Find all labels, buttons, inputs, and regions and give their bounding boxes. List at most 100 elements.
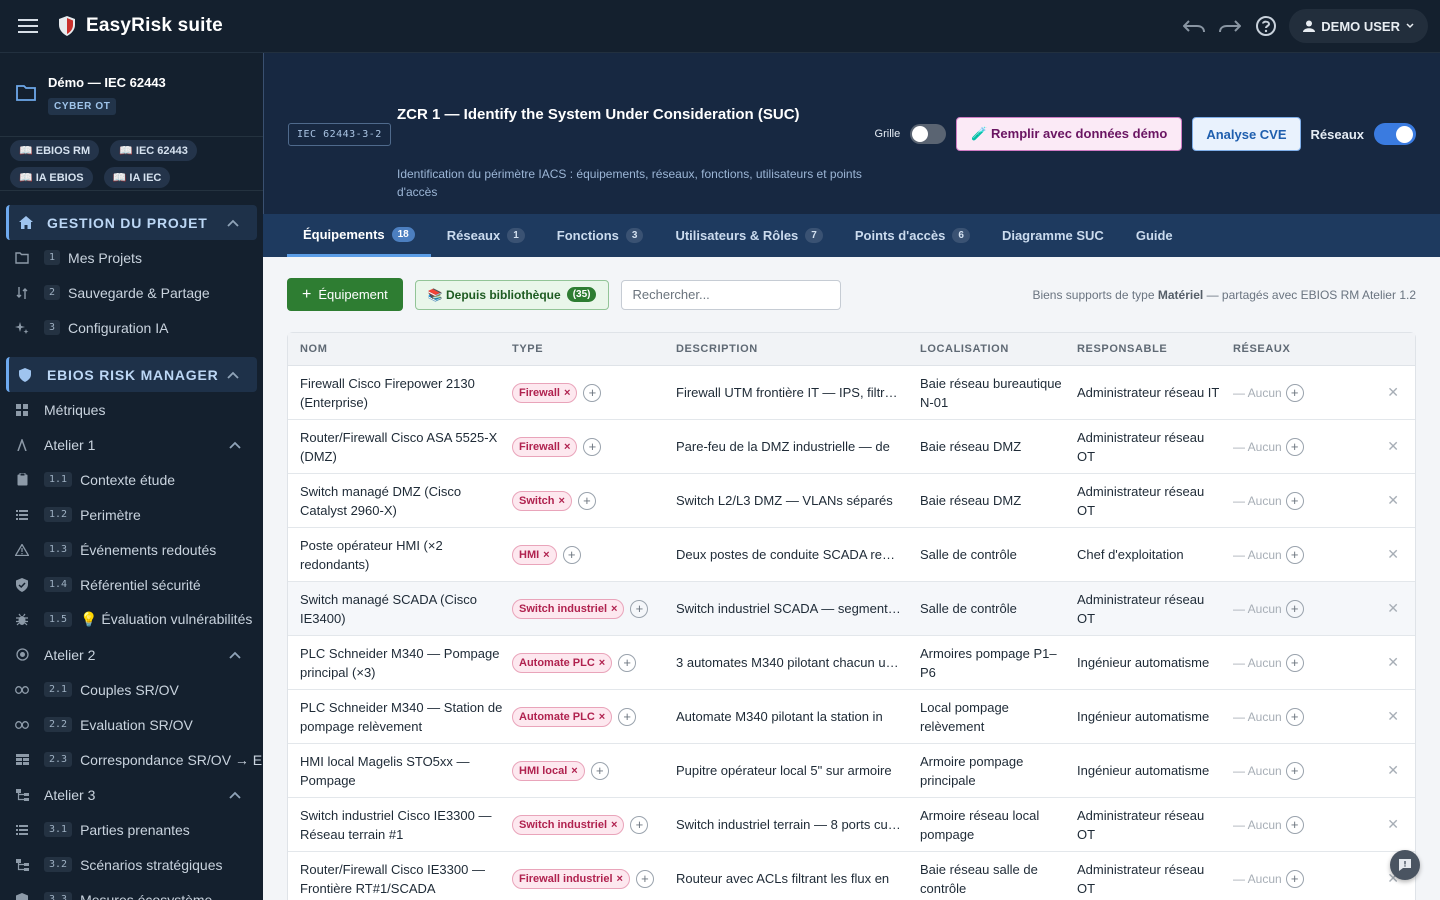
add-type-icon[interactable]: + (618, 653, 637, 672)
column-header-type[interactable]: TYPE (512, 343, 676, 355)
cell-nom[interactable]: Switch managé DMZ (Cisco Catalyst 2960-X… (288, 482, 512, 520)
ref-chip-ia-iec[interactable]: 📖 IA IEC (103, 166, 171, 188)
tab-points-acces[interactable]: Points d'accès 6 (839, 214, 986, 257)
sidebar-item-config-ia[interactable]: 3 Configuration IA (0, 310, 263, 345)
add-network-icon[interactable]: + (1285, 815, 1304, 834)
type-tag[interactable]: Firewall × (512, 382, 578, 403)
cell-localisation[interactable]: Baie réseau bureautique N-01 (920, 374, 1077, 412)
cell-nom[interactable]: Switch industriel Cisco IE3300 — Réseau … (288, 806, 512, 844)
delete-row-icon[interactable]: ✕ (1387, 708, 1399, 725)
remove-tag-icon[interactable]: × (599, 711, 605, 723)
cell-description[interactable]: Switch L2/L3 DMZ — VLANs séparés (676, 493, 920, 508)
sidebar-item-sauvegarde[interactable]: 2 Sauvegarde & Partage (0, 275, 263, 310)
cell-description[interactable]: 3 automates M340 pilotant chacun une pom… (676, 655, 920, 670)
type-tag[interactable]: Switch × (512, 490, 572, 511)
table-row[interactable]: Firewall Cisco Firepower 2130 (Enterpris… (288, 366, 1415, 420)
add-type-icon[interactable]: + (583, 437, 602, 456)
cell-responsable[interactable]: Administrateur réseau OT (1077, 590, 1233, 628)
column-header-responsable[interactable]: RESPONSABLE (1077, 340, 1233, 359)
table-row[interactable]: Switch industriel Cisco IE3300 — Réseau … (288, 798, 1415, 852)
add-network-icon[interactable]: + (1285, 653, 1304, 672)
add-network-icon[interactable]: + (1285, 707, 1304, 726)
cell-nom[interactable]: Switch managé SCADA (Cisco IE3400) (288, 590, 512, 628)
sidebar-item-vulnerabilites[interactable]: 1.5 💡 Évaluation vulnérabilités (0, 602, 263, 637)
add-type-icon[interactable]: + (630, 815, 649, 834)
menu-icon[interactable] (0, 0, 56, 53)
table-row[interactable]: Switch managé DMZ (Cisco Catalyst 2960-X… (288, 474, 1415, 528)
type-tag[interactable]: Firewall industriel × (512, 868, 630, 889)
add-type-icon[interactable]: + (618, 707, 637, 726)
ref-chip-ia-ebios[interactable]: 📖 IA EBIOS (10, 166, 93, 188)
sidebar-item-metriques[interactable]: Métriques (0, 392, 263, 427)
add-type-icon[interactable]: + (562, 545, 581, 564)
column-header-localisation[interactable]: LOCALISATION (920, 340, 1077, 359)
table-row[interactable]: Poste opérateur HMI (×2 redondants) HMI × +… (288, 528, 1415, 582)
grid-toggle[interactable] (910, 124, 947, 144)
tab-guide[interactable]: Guide (1120, 214, 1189, 257)
cell-nom[interactable]: PLC Schneider M340 — Station de pompage … (288, 698, 512, 736)
cell-localisation[interactable]: Local pompage relèvement (920, 698, 1077, 736)
cell-description[interactable]: Switch industriel terrain — 8 ports cuiv… (676, 817, 920, 832)
from-library-button[interactable]: 📚 Depuis bibliothèque (35) (414, 279, 610, 310)
cell-localisation[interactable]: Armoire pompage principale (920, 752, 1077, 790)
cell-nom[interactable]: PLC Schneider M340 — Pompage principal (… (288, 644, 512, 682)
cell-nom[interactable]: Poste opérateur HMI (×2 redondants) (288, 536, 512, 574)
tab-fonctions[interactable]: Fonctions 3 (541, 214, 660, 257)
delete-row-icon[interactable]: ✕ (1387, 438, 1399, 455)
cell-description[interactable]: Pare-feu de la DMZ industrielle — de (676, 439, 920, 454)
cell-nom[interactable]: Router/Firewall Cisco ASA 5525-X (DMZ) (288, 428, 512, 466)
remove-tag-icon[interactable]: × (617, 873, 623, 885)
cell-description[interactable]: Deux postes de conduite SCADA redondants (676, 547, 920, 562)
cve-analysis-button[interactable]: Analyse CVE (1192, 117, 1301, 151)
table-row[interactable]: PLC Schneider M340 — Station de pompage … (288, 690, 1415, 744)
cell-responsable[interactable]: Administrateur réseau IT (1077, 383, 1233, 402)
help-icon[interactable] (1253, 13, 1279, 39)
cell-description[interactable]: Pupitre opérateur local 5" sur armoire (676, 763, 920, 778)
sidebar-item-contexte[interactable]: 1.1 Contexte étude (0, 462, 263, 497)
type-tag[interactable]: HMI × (512, 544, 557, 565)
sidebar-item-parties-prenantes[interactable]: 3.1 Parties prenantes (0, 812, 263, 847)
add-type-icon[interactable]: + (590, 761, 609, 780)
cell-localisation[interactable]: Armoire réseau local pompage (920, 806, 1077, 844)
add-network-icon[interactable]: + (1285, 599, 1304, 618)
delete-row-icon[interactable]: ✕ (1387, 492, 1399, 509)
add-network-icon[interactable]: + (1285, 491, 1304, 510)
cell-localisation[interactable]: Baie réseau salle de contrôle (920, 860, 1077, 898)
sidebar-item-couples[interactable]: 2.1 Couples SR/OV (0, 672, 263, 707)
sidebar-item-mes-projets[interactable]: 1 Mes Projets (0, 240, 263, 275)
type-tag[interactable]: Automate PLC × (512, 706, 613, 727)
table-row[interactable]: PLC Schneider M340 — Pompage principal (… (288, 636, 1415, 690)
sidebar-item-evenements[interactable]: 1.3 Événements redoutés (0, 532, 263, 567)
cell-responsable[interactable]: Administrateur réseau OT (1077, 428, 1233, 466)
remove-tag-icon[interactable]: × (543, 549, 549, 561)
add-type-icon[interactable]: + (630, 599, 649, 618)
cell-localisation[interactable]: Armoires pompage P1–P6 (920, 644, 1077, 682)
redo-icon[interactable] (1217, 13, 1243, 39)
project-card[interactable]: Démo — IEC 62443 CYBER OT (0, 53, 263, 137)
column-header-nom[interactable]: NOM (288, 340, 512, 359)
add-network-icon[interactable]: + (1285, 761, 1304, 780)
cell-localisation[interactable]: Baie réseau DMZ (920, 491, 1077, 510)
sidebar-item-mesures[interactable]: 3.3 Mesures écosystème (0, 882, 263, 900)
add-network-icon[interactable]: + (1285, 437, 1304, 456)
cell-responsable[interactable]: Administrateur réseau OT (1077, 482, 1233, 520)
type-tag[interactable]: Firewall × (512, 436, 578, 457)
remove-tag-icon[interactable]: × (558, 495, 564, 507)
table-row[interactable]: Router/Firewall Cisco ASA 5525-X (DMZ) Fi… (288, 420, 1415, 474)
add-equipment-button[interactable]: + Équipement (287, 278, 403, 311)
cell-description[interactable]: Switch industriel SCADA — segmentation (676, 601, 920, 616)
remove-tag-icon[interactable]: × (564, 441, 570, 453)
ref-chip-ebios-rm[interactable]: 📖 EBIOS RM (10, 139, 100, 161)
ref-chip-iec-62443[interactable]: 📖 IEC 62443 (110, 139, 197, 161)
type-tag[interactable]: Automate PLC × (512, 652, 613, 673)
cell-responsable[interactable]: Ingénieur automatisme (1077, 707, 1233, 726)
table-row[interactable]: Switch managé SCADA (Cisco IE3400) Switch… (288, 582, 1415, 636)
delete-row-icon[interactable]: ✕ (1387, 546, 1399, 563)
tab-reseaux[interactable]: Réseaux 1 (431, 214, 541, 257)
delete-row-icon[interactable]: ✕ (1387, 816, 1399, 833)
add-type-icon[interactable]: + (635, 869, 654, 888)
sidebar-item-referentiel[interactable]: 1.4 Référentiel sécurité (0, 567, 263, 602)
sidebar-item-scenarios[interactable]: 3.2 Scénarios stratégiques (0, 847, 263, 882)
cell-localisation[interactable]: Baie réseau DMZ (920, 437, 1077, 456)
sidebar-group-atelier-2[interactable]: Atelier 2 (0, 637, 263, 672)
